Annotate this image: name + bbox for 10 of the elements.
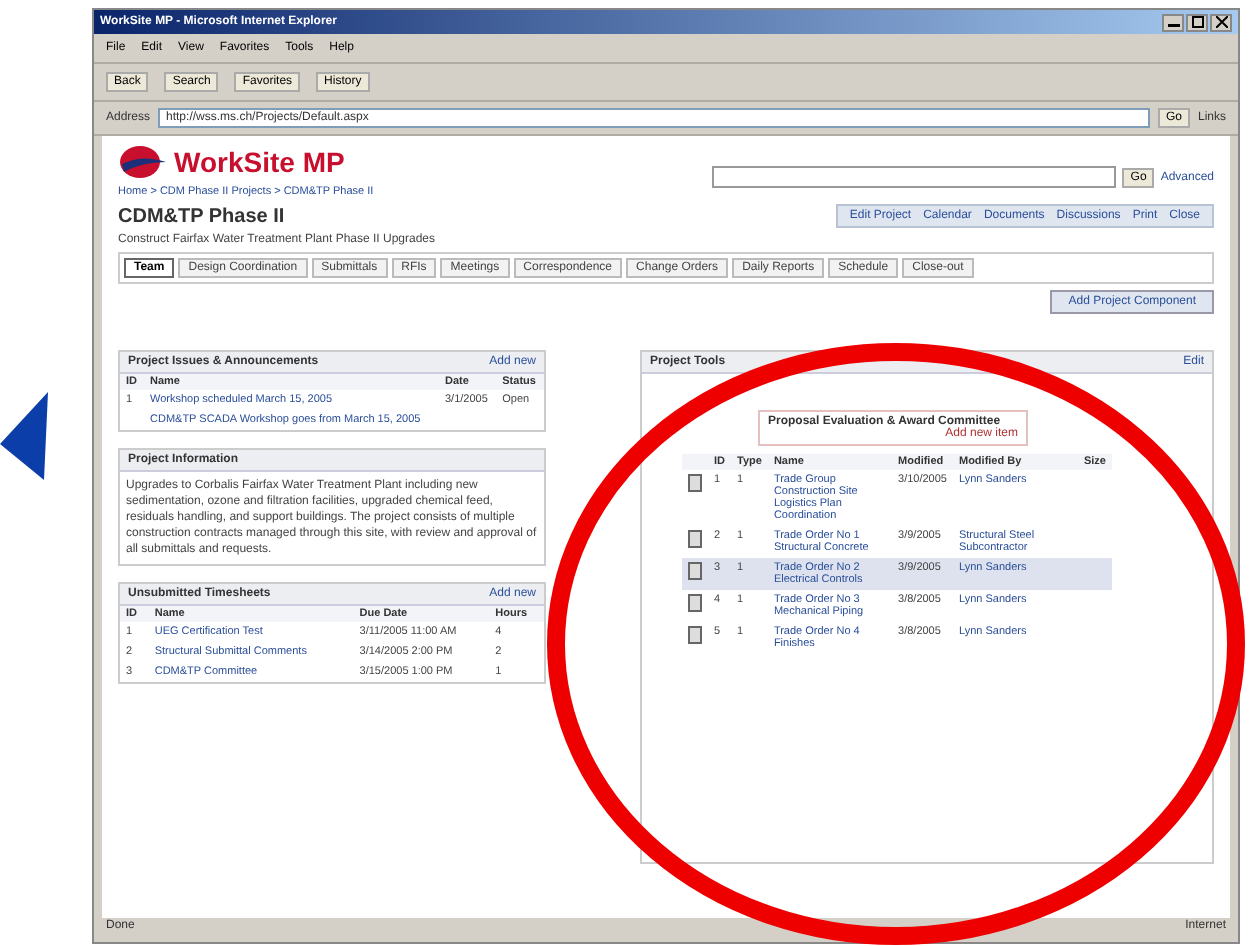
- maximize-icon: [1191, 16, 1203, 28]
- arrow-head: [0, 392, 48, 480]
- page-title: CDM&TP Phase II: [118, 205, 285, 227]
- search-field[interactable]: [712, 166, 1117, 188]
- logo-icon: [118, 144, 170, 180]
- close-icon: [1215, 16, 1227, 28]
- maximize-button[interactable]: [1186, 13, 1208, 31]
- minimize-button[interactable]: [1162, 13, 1184, 31]
- logo-text: WorkSite MP: [174, 146, 345, 178]
- close-button[interactable]: [1210, 13, 1232, 31]
